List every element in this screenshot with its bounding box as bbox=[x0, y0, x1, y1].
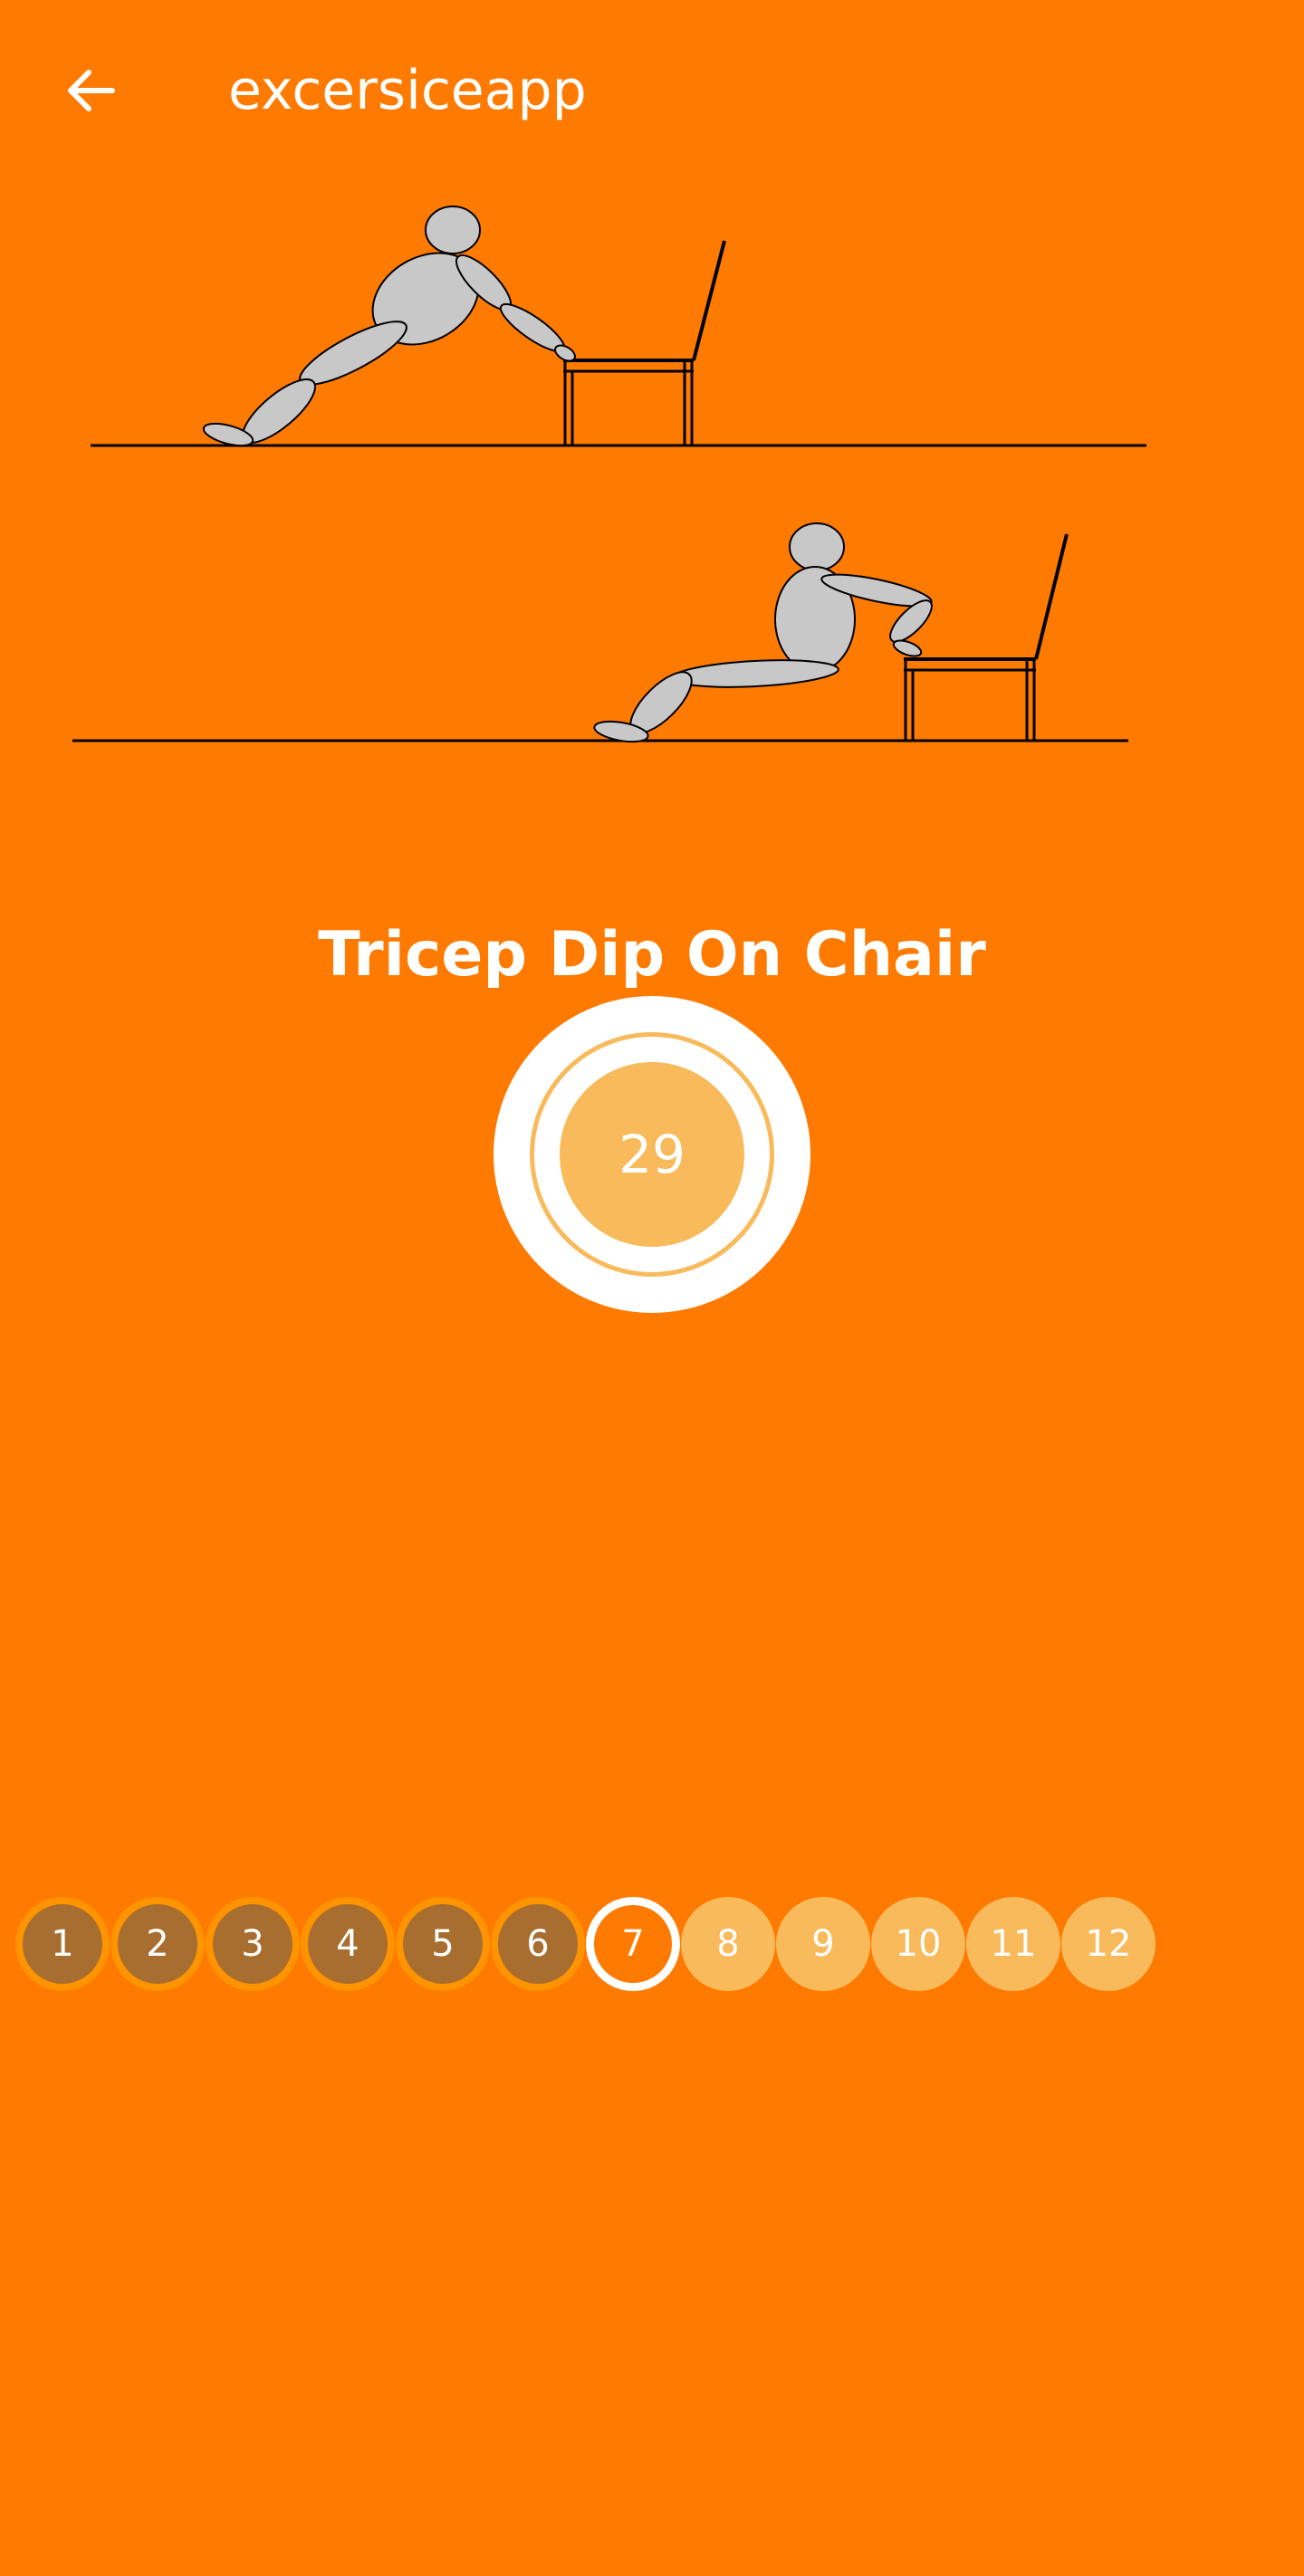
countdown-timer: 29 bbox=[494, 996, 810, 1313]
exercise-illustration bbox=[72, 206, 1146, 743]
arrow-left-icon bbox=[68, 70, 115, 111]
step-3: 3 bbox=[206, 1897, 300, 1991]
timer-center: 29 bbox=[560, 1062, 744, 1247]
step-10: 10 bbox=[871, 1897, 965, 1991]
exercise-pose-start bbox=[91, 206, 1146, 447]
step-6: 6 bbox=[491, 1897, 585, 1991]
step-1: 1 bbox=[15, 1897, 110, 1991]
step-5: 5 bbox=[396, 1897, 490, 1991]
step-11: 11 bbox=[966, 1897, 1060, 1991]
back-button[interactable] bbox=[36, 36, 145, 145]
timer-value: 29 bbox=[618, 1124, 686, 1185]
app-bar: excersiceapp bbox=[0, 0, 1304, 181]
exercise-title: Tricep Dip On Chair bbox=[318, 919, 986, 991]
step-2: 2 bbox=[110, 1897, 205, 1991]
exercise-pose-end bbox=[72, 522, 1128, 743]
step-8: 8 bbox=[681, 1897, 775, 1991]
step-7: 7 bbox=[586, 1897, 680, 1991]
step-4: 4 bbox=[301, 1897, 395, 1991]
step-9: 9 bbox=[776, 1897, 870, 1991]
step-12: 12 bbox=[1061, 1897, 1155, 1991]
exercise-step-indicator: 1 2 3 4 5 6 7 8 9 10 11 12 bbox=[15, 1897, 1193, 1993]
app-title: excersiceapp bbox=[228, 59, 587, 122]
